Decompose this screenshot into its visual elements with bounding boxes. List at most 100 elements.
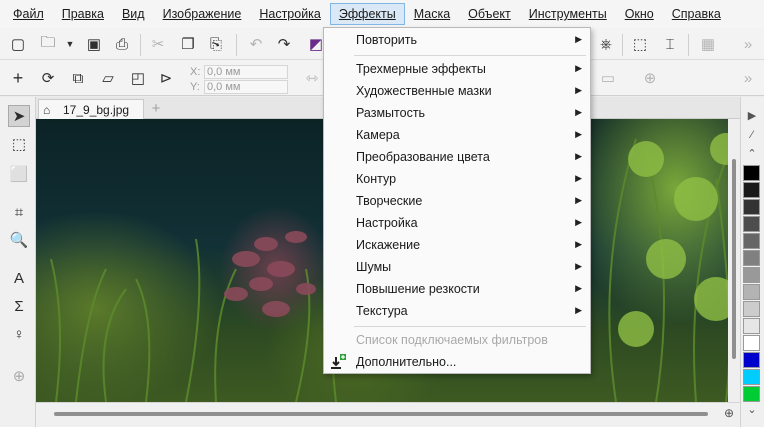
effects-item-noise[interactable]: Шумы ▶: [324, 256, 590, 278]
add-tool-icon[interactable]: ⊕: [8, 365, 30, 387]
scale-icon[interactable]: ⧉: [68, 68, 88, 88]
effects-item-custom[interactable]: Настройка ▶: [324, 212, 590, 234]
document-tab[interactable]: ⌂ 17_9_bg.jpg: [38, 99, 144, 119]
menu-adjust[interactable]: Настройка: [250, 3, 330, 25]
color-swatch[interactable]: [743, 318, 760, 334]
submenu-arrow-icon: ▶: [575, 173, 582, 183]
color-swatch[interactable]: [743, 369, 760, 385]
color-swatch[interactable]: [743, 301, 760, 317]
cut-icon[interactable]: ✂: [148, 34, 168, 54]
toolbar-separator: [140, 34, 141, 56]
color-swatch[interactable]: [743, 182, 760, 198]
effects-item-blur[interactable]: Размытость ▶: [324, 102, 590, 124]
color-swatch[interactable]: [743, 335, 760, 351]
undo-icon[interactable]: ↶: [246, 34, 266, 54]
effects-tool-icon[interactable]: Σ: [8, 295, 30, 317]
brush-tool-icon[interactable]: ♀: [8, 323, 30, 345]
submenu-arrow-icon: ▶: [575, 63, 582, 73]
new-tab-icon[interactable]: +: [148, 101, 164, 117]
submenu-arrow-icon: ▶: [575, 217, 582, 227]
menu-edit[interactable]: Правка: [53, 3, 113, 25]
mask-transform-tool-icon[interactable]: ⬚: [8, 133, 30, 155]
pick-tool-icon[interactable]: ➤: [8, 105, 30, 127]
propertybar-overflow-icon[interactable]: »: [738, 68, 758, 88]
crop-tool-icon[interactable]: ⌗: [8, 201, 30, 223]
effects-item-contour[interactable]: Контур ▶: [324, 168, 590, 190]
menu-file[interactable]: Файл: [4, 3, 53, 25]
color-swatch[interactable]: [743, 352, 760, 368]
effects-item-art-strokes[interactable]: Художественные мазки ▶: [324, 80, 590, 102]
effects-item-sharpen[interactable]: Повышение резкости ▶: [324, 278, 590, 300]
redo-icon[interactable]: ↷: [274, 34, 294, 54]
rotate-icon[interactable]: ⟳: [38, 68, 58, 88]
text-tool-icon[interactable]: A: [8, 267, 30, 289]
vertical-scrollbar[interactable]: [728, 119, 740, 402]
rectangle-mask-tool-icon[interactable]: ⬜: [8, 163, 30, 185]
color-swatch[interactable]: [743, 216, 760, 232]
effects-item-color-transform[interactable]: Преобразование цвета ▶: [324, 146, 590, 168]
print-icon[interactable]: ⎙: [112, 34, 132, 54]
position-icon[interactable]: +: [8, 68, 28, 88]
menu-effects[interactable]: Эффекты: [329, 3, 405, 25]
new-document-icon[interactable]: ▢: [8, 34, 28, 54]
navigator-zoom-icon[interactable]: ⊕: [724, 406, 734, 420]
effects-item-more[interactable]: Дополнительно...: [324, 351, 590, 373]
submenu-arrow-icon: ▶: [575, 283, 582, 293]
save-icon[interactable]: ▣: [84, 34, 104, 54]
color-swatch[interactable]: [743, 250, 760, 266]
x-position-field[interactable]: X: 0,0 мм: [190, 65, 288, 79]
effects-item-repeat[interactable]: Повторить ▶: [324, 29, 590, 51]
color-swatch[interactable]: [743, 165, 760, 181]
menu-window[interactable]: Окно: [616, 3, 663, 25]
paste-icon[interactable]: ⎘: [206, 34, 226, 54]
color-swatch[interactable]: [743, 386, 760, 402]
submenu-arrow-icon: ▶: [575, 34, 582, 44]
menu-object[interactable]: Объект: [459, 3, 520, 25]
submenu-arrow-icon: ▶: [575, 129, 582, 139]
color-swatch[interactable]: [743, 199, 760, 215]
submenu-arrow-icon: ▶: [575, 151, 582, 161]
open-folder-icon[interactable]: 🗀: [38, 34, 58, 54]
distort-icon[interactable]: ◰: [128, 68, 148, 88]
vertical-scroll-thumb[interactable]: [732, 159, 736, 359]
skew-icon[interactable]: ▱: [98, 68, 118, 88]
submenu-arrow-icon: ▶: [575, 261, 582, 271]
eyedropper-icon[interactable]: ⁄: [745, 129, 759, 141]
effects-item-creative[interactable]: Творческие ▶: [324, 190, 590, 212]
home-icon[interactable]: ⌂: [43, 103, 57, 117]
submenu-arrow-icon: ▶: [575, 85, 582, 95]
zoom-tool-icon[interactable]: 🔍: [8, 229, 30, 251]
palette-scroll-up-icon[interactable]: ⌃: [745, 147, 759, 160]
effects-item-distort[interactable]: Искажение ▶: [324, 234, 590, 256]
effects-item-3d[interactable]: Трехмерные эффекты ▶: [324, 58, 590, 80]
horizontal-scrollbar[interactable]: ⊕: [36, 402, 740, 427]
crop-frame-icon[interactable]: ⌶: [660, 34, 680, 54]
menu-separator: [354, 326, 586, 327]
toolbar-separator: [688, 34, 689, 56]
palette-scroll-down-icon[interactable]: ⌄: [745, 403, 759, 416]
color-swatch[interactable]: [743, 267, 760, 283]
color-swatch[interactable]: [743, 284, 760, 300]
grid-icon[interactable]: ▦: [698, 34, 718, 54]
scanner-icon[interactable]: ⎈: [596, 34, 616, 54]
toolbar-overflow-icon[interactable]: »: [738, 34, 758, 54]
copy-icon[interactable]: ❐: [178, 34, 198, 54]
menu-view[interactable]: Вид: [113, 3, 154, 25]
width-icon[interactable]: ⇿: [302, 68, 322, 88]
color-swatch[interactable]: [743, 233, 760, 249]
apply-icon[interactable]: ▭: [598, 68, 618, 88]
menu-image[interactable]: Изображение: [154, 3, 251, 25]
effects-item-texture[interactable]: Текстура ▶: [324, 300, 590, 322]
add-icon[interactable]: ⊕: [640, 68, 660, 88]
menu-tools[interactable]: Инструменты: [520, 3, 616, 25]
effects-item-camera[interactable]: Камера ▶: [324, 124, 590, 146]
menu-help[interactable]: Справка: [663, 3, 730, 25]
mask-marquee-icon[interactable]: ⬚: [630, 34, 650, 54]
perspective-icon[interactable]: ⊳: [156, 68, 176, 88]
y-position-field[interactable]: Y: 0,0 мм: [190, 80, 288, 94]
submenu-arrow-icon: ▶: [575, 305, 582, 315]
horizontal-scroll-thumb[interactable]: [54, 412, 708, 416]
menu-mask[interactable]: Маска: [405, 3, 459, 25]
palette-menu-arrow-icon[interactable]: ▶: [745, 109, 759, 122]
open-dropdown-icon[interactable]: ▼: [60, 34, 80, 54]
